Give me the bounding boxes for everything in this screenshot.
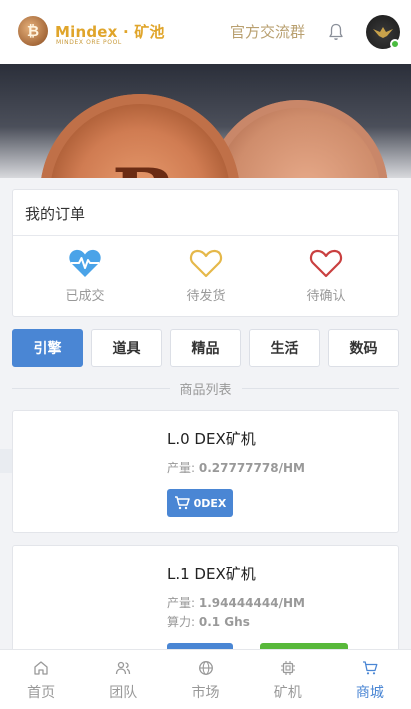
product-card[interactable]: L.0 DEX矿机 产量: 0.27777778/HM 0DEX [12,410,399,533]
divider [241,387,400,389]
product-attr-value: 0.27777778/HM [198,461,305,475]
globe-icon [198,661,213,675]
tab-props[interactable]: 道具 [91,329,162,367]
nav-home[interactable]: 首页 [0,650,82,709]
buy-button[interactable]: 0DEX [167,489,233,517]
nav-shop[interactable]: 商城 [329,650,411,709]
nav-market[interactable]: 市场 [164,650,246,709]
product-card[interactable]: L.1 DEX矿机 产量: 1.94444444/HM 算力: 0.1 Ghs [12,545,399,671]
nav-miner[interactable]: 矿机 [247,650,329,709]
bottom-navigation: 首页 团队 市场 矿机 商城 [0,649,411,709]
product-attr-value: 1.94444444/HM [198,596,305,610]
nav-home-label: 首页 [27,685,56,701]
product-output: 产量: 0.27777778/HM [167,459,305,476]
heart-outline-icon [189,249,223,278]
product-name: L.0 DEX矿机 [167,430,256,448]
heart-outline-icon [309,249,343,278]
tab-digital[interactable]: 数码 [328,329,399,367]
product-output: 产量: 1.94444444/HM [167,594,305,611]
cart-icon [174,496,190,510]
category-tabs: 引擎 道具 精品 生活 数码 [12,329,399,367]
order-completed-label: 已成交 [65,289,105,304]
tab-premium[interactable]: 精品 [170,329,241,367]
bitcoin-logo-icon: ₿ [18,16,48,46]
team-icon [116,661,131,675]
product-attr-value: 0.1 Ghs [198,615,250,629]
order-completed[interactable]: 已成交 [35,248,135,304]
order-pending-shipment[interactable]: 待发货 [156,248,256,304]
online-status-dot [390,39,400,49]
bitcoin-symbol-icon: B [112,152,176,178]
brand-tagline: MINDEX ORE POOL [56,39,122,46]
nav-market-label: 市场 [191,685,220,701]
cart-icon [362,661,378,675]
order-pending-shipment-label: 待发货 [186,289,226,304]
product-attr-key: 算力: [167,615,196,629]
product-list-heading: 商品列表 [12,378,400,398]
product-hashrate: 算力: 0.1 Ghs [167,613,250,630]
eagle-avatar-icon [373,27,393,38]
divider [13,235,398,236]
product-attr-key: 产量: [167,461,196,475]
nav-shop-label: 商城 [355,685,384,701]
product-name: L.1 DEX矿机 [167,565,256,583]
nav-team[interactable]: 团队 [82,650,164,709]
my-orders-card: 我的订单 已成交 待发货 待确认 [12,189,399,317]
promo-banner[interactable]: B [0,64,411,178]
nav-team-label: 团队 [109,685,138,701]
order-pending-confirm[interactable]: 待确认 [276,248,376,304]
heartbeat-icon [69,249,101,277]
order-pending-confirm-label: 待确认 [306,289,346,304]
tab-engine[interactable]: 引擎 [12,329,83,367]
official-group-link[interactable]: 官方交流群 [230,21,305,42]
buy-price: 0DEX [193,496,227,510]
nav-miner-label: 矿机 [273,685,302,701]
app-header: ₿ Mindex · 矿池 MINDEX ORE POOL 官方交流群 [0,0,411,64]
divider [12,387,170,389]
bell-icon[interactable] [328,23,344,41]
product-list-title: 商品列表 [179,382,232,398]
my-orders-title: 我的订单 [25,205,86,223]
chip-icon [280,661,295,675]
tab-life[interactable]: 生活 [249,329,320,367]
home-icon [34,661,48,675]
product-attr-key: 产量: [167,596,196,610]
